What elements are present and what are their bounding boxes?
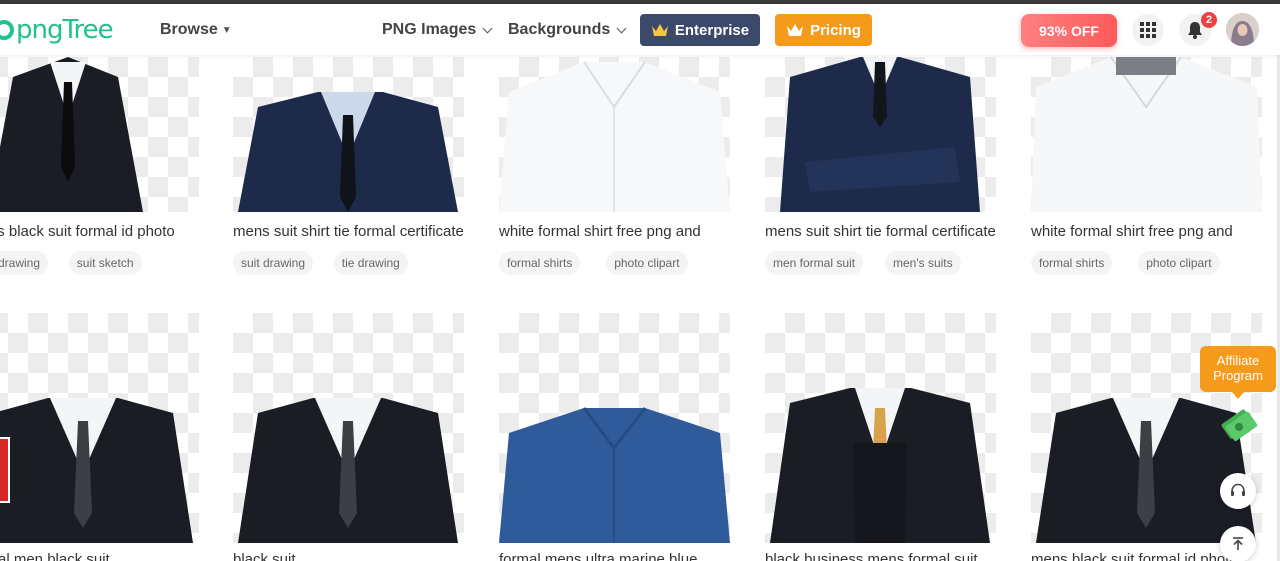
headset-icon (1231, 483, 1245, 496)
tag-chip[interactable]: suit sketch (68, 251, 142, 275)
side-red-tab[interactable] (0, 437, 10, 503)
tag-chip[interactable]: photo clipart (1138, 251, 1220, 275)
card-title[interactable]: black business mens formal suit (765, 551, 996, 561)
arrow-up-icon (1233, 537, 1243, 550)
tag-chip[interactable]: men formal suit (765, 251, 864, 275)
pricing-button[interactable]: Pricing (775, 14, 872, 46)
png-images-label: PNG Images (382, 21, 477, 38)
garment-image (499, 61, 730, 212)
card-title[interactable]: mens suit shirt tie formal certificate (765, 223, 996, 240)
enterprise-button[interactable]: Enterprise (640, 14, 760, 46)
pricing-label: Pricing (810, 21, 861, 39)
card-title[interactable]: white formal shirt free png and (499, 223, 730, 240)
caret-down-icon: ▼ (221, 24, 232, 36)
pngtree-logo[interactable]: pngTree (0, 14, 114, 46)
tag-chip[interactable]: suit drawing (0, 251, 49, 275)
card-title[interactable]: mens black suit formal id photo (0, 223, 199, 240)
tag-chip[interactable]: tie drawing (333, 251, 408, 275)
card-thumbnail[interactable] (233, 57, 464, 212)
enterprise-label: Enterprise (674, 21, 750, 39)
customer-support-button[interactable] (1220, 473, 1256, 509)
tag-chip[interactable]: suit drawing (233, 251, 314, 275)
card-title[interactable]: mens suit shirt tie formal certificate (233, 223, 464, 240)
card-thumbnail[interactable] (499, 57, 730, 212)
logo-ring-icon (0, 20, 14, 40)
garment-image (780, 57, 980, 212)
discount-button[interactable]: 93% OFF (1021, 14, 1117, 47)
card-thumbnail[interactable] (1031, 57, 1262, 212)
crown-icon (787, 24, 804, 36)
backgrounds-menu[interactable]: Backgrounds (508, 21, 627, 39)
card-title[interactable]: formal mens ultra marine blue (499, 551, 730, 561)
garment-image (238, 92, 458, 212)
money-icon (1221, 409, 1258, 441)
card-thumbnail[interactable] (233, 313, 464, 543)
tag-chip[interactable]: formal shirts (499, 251, 581, 275)
user-avatar[interactable] (1226, 13, 1259, 46)
browse-label: Browse (160, 21, 218, 38)
png-images-menu[interactable]: PNG Images (382, 21, 493, 39)
bell-icon (1188, 22, 1202, 39)
card-thumbnail[interactable] (0, 313, 199, 543)
garment-image (0, 57, 143, 212)
card-title[interactable]: formal men black suit (0, 551, 199, 561)
affiliate-line1: Affiliate (1216, 353, 1260, 368)
crown-icon (651, 24, 668, 36)
card-thumbnail[interactable] (765, 57, 996, 212)
card-title[interactable]: black suit (233, 551, 464, 561)
card-thumbnail[interactable] (499, 313, 730, 543)
garment-image (238, 398, 458, 543)
chevron-down-icon (482, 23, 493, 33)
tag-chip[interactable]: men's suits (885, 251, 961, 275)
garment-image (770, 388, 990, 543)
back-to-top-button[interactable] (1220, 526, 1256, 561)
apps-grid-button[interactable] (1132, 14, 1164, 46)
card-title[interactable]: white formal shirt free png and (1031, 223, 1262, 240)
card-thumbnail[interactable] (765, 313, 996, 543)
tag-chip[interactable]: photo clipart (606, 251, 688, 275)
logo-text: pngTree (16, 15, 114, 45)
apps-grid-icon (1140, 22, 1156, 38)
card-thumbnail[interactable] (0, 57, 199, 212)
site-header: pngTree Browse ▼ PNG Images Backgrounds … (0, 4, 1280, 55)
garment-image (499, 407, 730, 543)
backgrounds-label: Backgrounds (508, 21, 611, 38)
browse-menu[interactable]: Browse ▼ (160, 21, 232, 39)
chevron-down-icon (616, 23, 627, 33)
garment-image (0, 398, 193, 543)
tag-chip[interactable]: formal shirts (1031, 251, 1113, 275)
affiliate-line2: Program (1213, 368, 1263, 383)
affiliate-program-button[interactable]: Affiliate Program (1200, 346, 1276, 399)
notification-badge: 2 (1201, 12, 1217, 28)
garment-image (1031, 57, 1262, 212)
avatar-image (1226, 13, 1259, 46)
